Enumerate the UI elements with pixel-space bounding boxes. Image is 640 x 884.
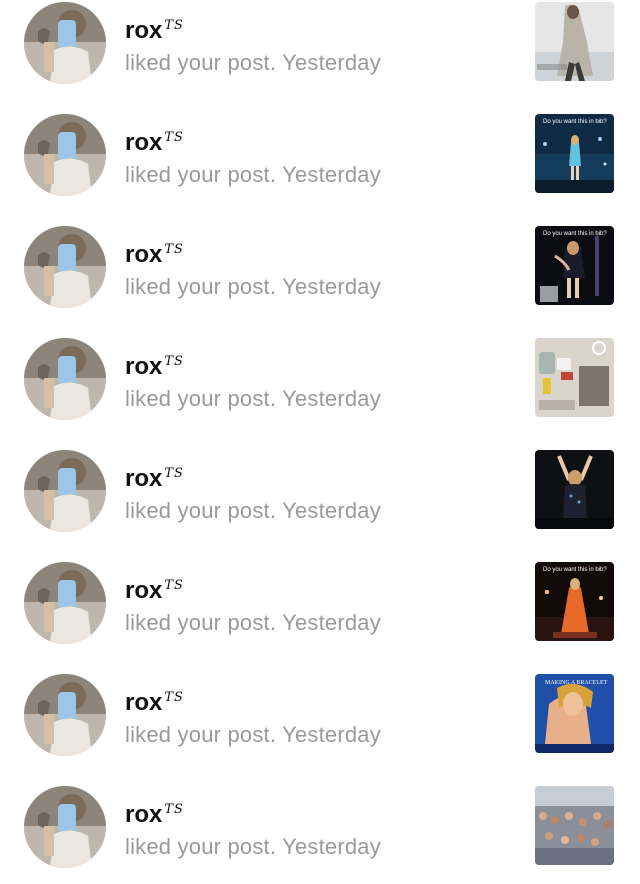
username[interactable]: rox TS: [125, 348, 505, 381]
username-suffix: TS: [164, 802, 184, 817]
username-suffix: TS: [164, 130, 184, 145]
avatar[interactable]: [24, 562, 106, 644]
thumbnail-caption: Do you want this in bib?: [543, 567, 607, 573]
username[interactable]: rox TS: [125, 12, 505, 45]
activity-action: liked your post.: [125, 834, 277, 859]
username-suffix: TS: [164, 466, 184, 481]
username-suffix: TS: [164, 578, 184, 593]
concert-photo-thumbnail-icon: Do you want this in bib?: [535, 226, 614, 305]
activity-text: liked your post. Yesterday: [125, 832, 505, 862]
notification-row[interactable]: rox TS liked your post. Yesterday MAKING …: [0, 660, 640, 772]
activity-action: liked your post.: [125, 386, 277, 411]
activity-time: Yesterday: [282, 50, 381, 75]
username-suffix: TS: [164, 242, 184, 257]
activity-time: Yesterday: [282, 162, 381, 187]
post-thumbnail[interactable]: MAKING A BRACELET: [535, 674, 614, 753]
username[interactable]: rox TS: [125, 124, 505, 157]
username[interactable]: rox TS: [125, 684, 505, 717]
profile-photo-icon: [24, 674, 106, 756]
username[interactable]: rox TS: [125, 572, 505, 605]
post-thumbnail[interactable]: Do you want this in bib?: [535, 114, 614, 193]
activity-text: liked your post. Yesterday: [125, 720, 505, 750]
concert-photo-thumbnail-icon: Do you want this in bib?: [535, 114, 614, 193]
profile-photo-icon: [24, 338, 106, 420]
username[interactable]: rox TS: [125, 460, 505, 493]
profile-photo-icon: [24, 114, 106, 196]
username-suffix: TS: [164, 690, 184, 705]
activity-text: liked your post. Yesterday: [125, 48, 505, 78]
fashion-photo-thumbnail-icon: [535, 2, 614, 81]
activity-time: Yesterday: [282, 834, 381, 859]
post-thumbnail[interactable]: Do you want this in bib?: [535, 226, 614, 305]
avatar[interactable]: [24, 226, 106, 308]
avatar[interactable]: [24, 2, 106, 84]
avatar[interactable]: [24, 338, 106, 420]
profile-photo-icon: [24, 2, 106, 84]
notification-row[interactable]: rox TS liked your post. Yesterday: [0, 436, 640, 548]
activity-time: Yesterday: [282, 722, 381, 747]
notification-row[interactable]: rox TS liked your post. Yesterday: [0, 324, 640, 436]
notification-feed: rox TS liked your post. Yesterday rox TS…: [0, 0, 640, 868]
notification-row[interactable]: rox TS liked your post. Yesterday: [0, 0, 640, 100]
activity-text: liked your post. Yesterday: [125, 496, 505, 526]
post-thumbnail[interactable]: Do you want this in bib?: [535, 562, 614, 641]
activity-action: liked your post.: [125, 274, 277, 299]
username[interactable]: rox TS: [125, 796, 505, 829]
magazine-photo-thumbnail-icon: MAKING A BRACELET: [535, 674, 614, 753]
activity-action: liked your post.: [125, 610, 277, 635]
profile-photo-icon: [24, 562, 106, 644]
profile-photo-icon: [24, 226, 106, 308]
activity-time: Yesterday: [282, 386, 381, 411]
username-suffix: TS: [164, 354, 184, 369]
activity-text: liked your post. Yesterday: [125, 272, 505, 302]
profile-photo-icon: [24, 450, 106, 532]
thumbnail-caption: Do you want this in bib?: [543, 231, 607, 237]
activity-text: liked your post. Yesterday: [125, 608, 505, 638]
notification-row[interactable]: rox TS liked your post. Yesterday Do you …: [0, 212, 640, 324]
activity-action: liked your post.: [125, 722, 277, 747]
crowd-photo-thumbnail-icon: [535, 786, 614, 865]
post-thumbnail[interactable]: [535, 2, 614, 81]
activity-text: liked your post. Yesterday: [125, 384, 505, 414]
avatar[interactable]: [24, 450, 106, 532]
concert-photo-thumbnail-icon: [535, 450, 614, 529]
activity-time: Yesterday: [282, 274, 381, 299]
username[interactable]: rox TS: [125, 236, 505, 269]
activity-action: liked your post.: [125, 498, 277, 523]
activity-time: Yesterday: [282, 498, 381, 523]
notification-row[interactable]: rox TS liked your post. Yesterday: [0, 772, 640, 884]
products-photo-thumbnail-icon: [535, 338, 614, 417]
activity-action: liked your post.: [125, 50, 277, 75]
post-thumbnail[interactable]: [535, 338, 614, 417]
post-thumbnail[interactable]: [535, 450, 614, 529]
stage-photo-thumbnail-icon: Do you want this in bib?: [535, 562, 614, 641]
notification-row[interactable]: rox TS liked your post. Yesterday Do you …: [0, 548, 640, 660]
thumbnail-caption: MAKING A BRACELET: [545, 680, 608, 686]
activity-text: liked your post. Yesterday: [125, 160, 505, 190]
activity-time: Yesterday: [282, 610, 381, 635]
thumbnail-caption: Do you want this in bib?: [543, 119, 607, 125]
notification-row[interactable]: rox TS liked your post. Yesterday Do you …: [0, 100, 640, 212]
post-thumbnail[interactable]: [535, 786, 614, 865]
avatar[interactable]: [24, 114, 106, 196]
activity-action: liked your post.: [125, 162, 277, 187]
avatar[interactable]: [24, 674, 106, 756]
username-suffix: TS: [164, 18, 184, 33]
